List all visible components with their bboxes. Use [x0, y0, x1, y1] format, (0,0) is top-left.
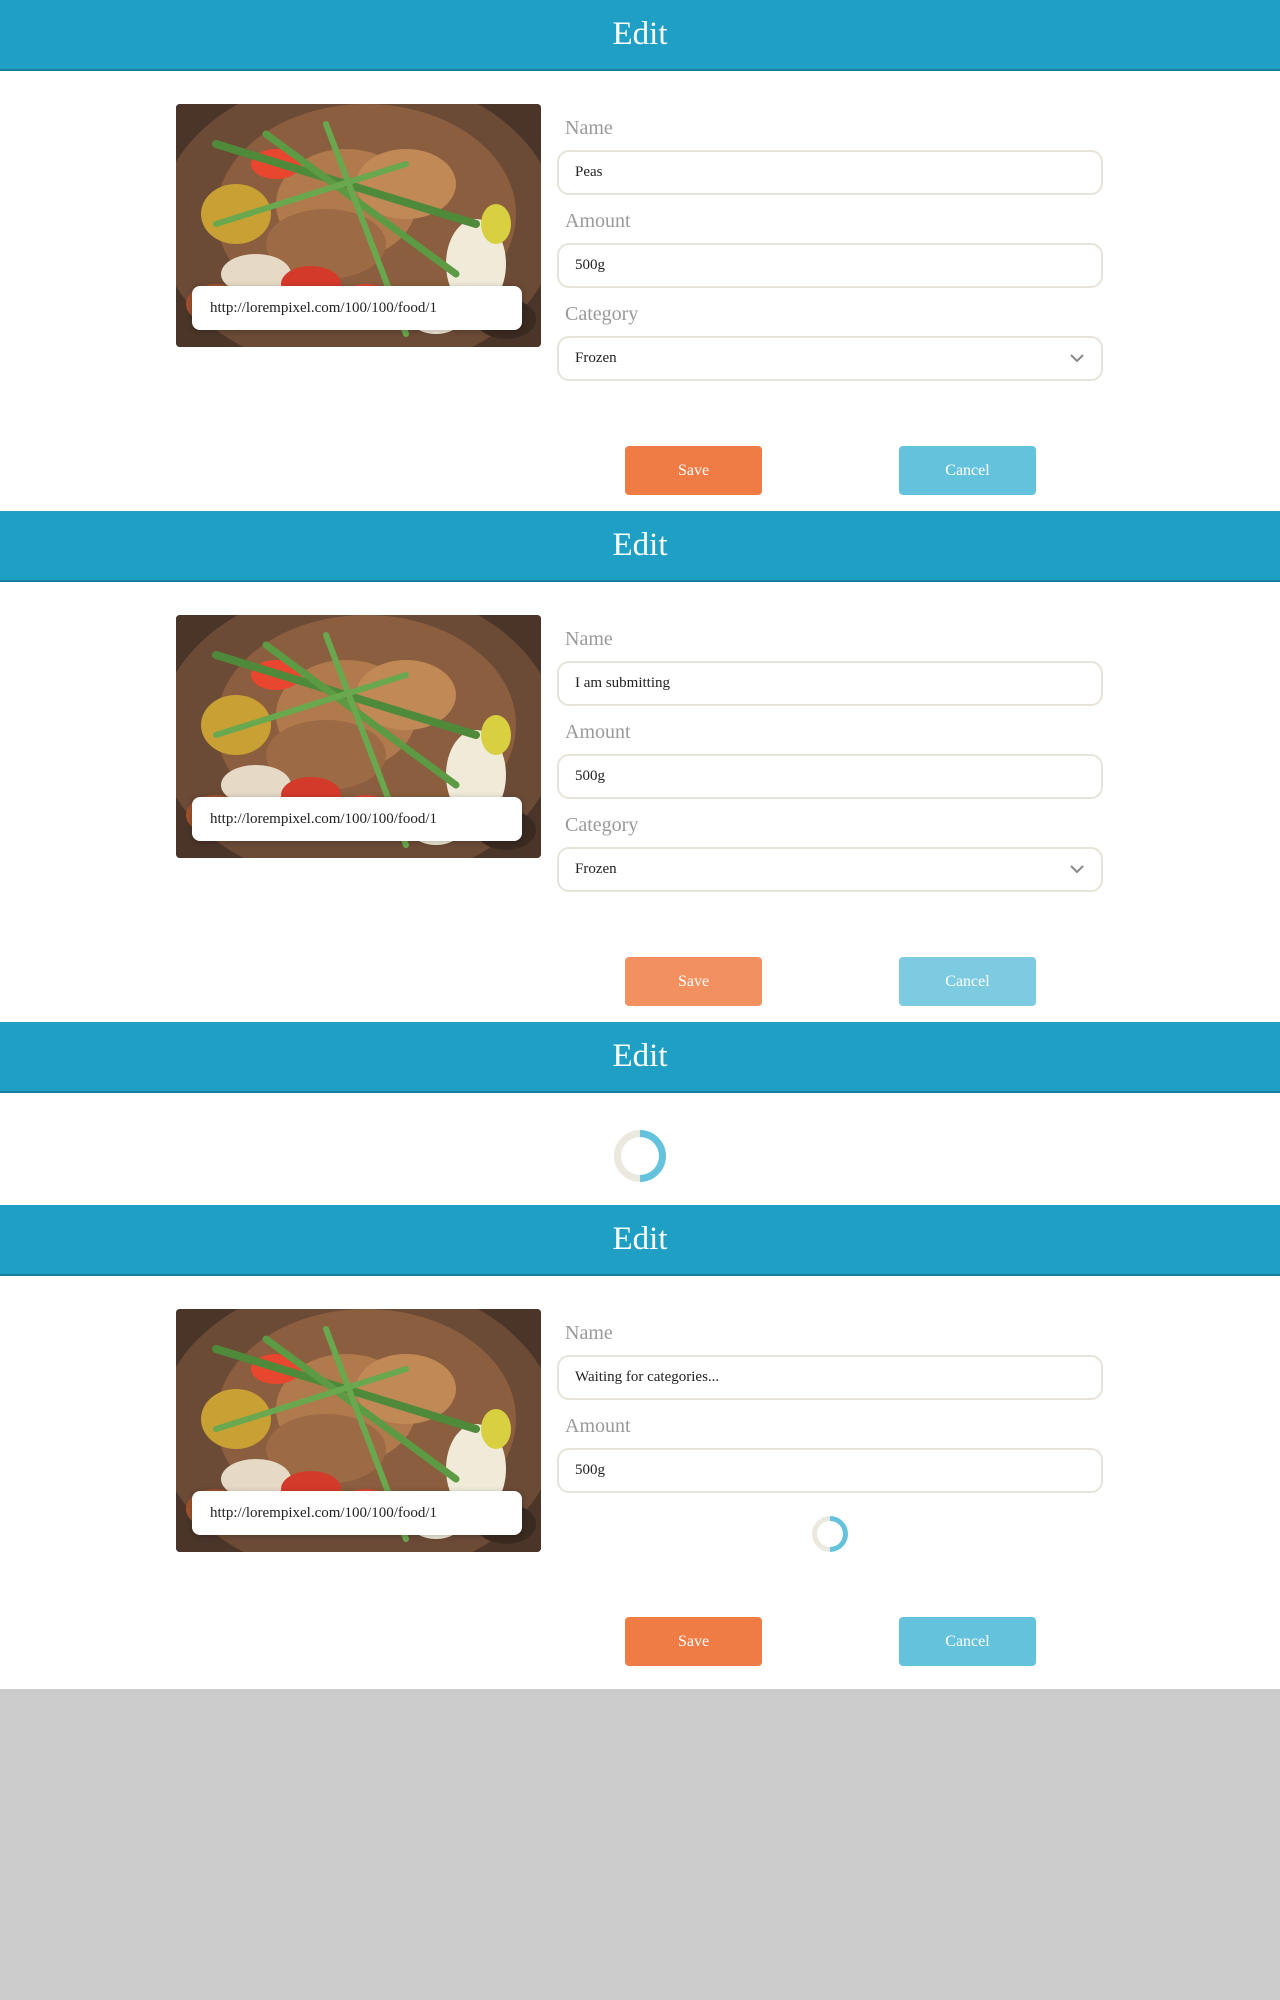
image-url-input[interactable]: http://lorempixel.com/100/100/food/1	[192, 286, 522, 330]
category-select[interactable]: Frozen	[557, 336, 1103, 381]
save-button[interactable]: Save	[625, 1617, 762, 1666]
edit-panel-1: Edit http://lorempixel.com/100/100/food/…	[0, 0, 1280, 511]
loading-spinner-icon	[603, 1119, 677, 1193]
amount-input[interactable]: 500g	[557, 243, 1103, 288]
amount-input[interactable]: 500g	[557, 754, 1103, 799]
page-title: Edit	[0, 511, 1280, 582]
cancel-button[interactable]: Cancel	[899, 446, 1036, 495]
amount-input[interactable]: 500g	[557, 1448, 1103, 1493]
cancel-button[interactable]: Cancel	[899, 957, 1036, 1006]
edit-form: http://lorempixel.com/100/100/food/1 Nam…	[0, 1276, 1280, 1689]
category-label: Category	[565, 814, 639, 836]
name-input[interactable]: Waiting for categories...	[557, 1355, 1103, 1400]
page-title: Edit	[0, 1022, 1280, 1093]
amount-label: Amount	[565, 1415, 631, 1437]
page-title: Edit	[0, 1205, 1280, 1276]
category-label: Category	[565, 303, 639, 325]
edit-panel-3: Edit	[0, 1022, 1280, 1205]
loading-area	[0, 1093, 1280, 1205]
name-label: Name	[565, 117, 613, 139]
save-button[interactable]: Save	[625, 446, 762, 495]
chevron-down-icon	[1070, 354, 1084, 363]
image-url-input[interactable]: http://lorempixel.com/100/100/food/1	[192, 1491, 522, 1535]
name-input[interactable]: I am submitting	[557, 661, 1103, 706]
amount-label: Amount	[565, 210, 631, 232]
name-input[interactable]: Peas	[557, 150, 1103, 195]
cancel-button[interactable]: Cancel	[899, 1617, 1036, 1666]
chevron-down-icon	[1070, 865, 1084, 874]
save-button[interactable]: Save	[625, 957, 762, 1006]
category-value: Frozen	[575, 861, 617, 877]
amount-label: Amount	[565, 721, 631, 743]
category-loading-spinner-icon	[804, 1508, 856, 1560]
category-value: Frozen	[575, 350, 617, 366]
page-title: Edit	[0, 0, 1280, 71]
image-url-input[interactable]: http://lorempixel.com/100/100/food/1	[192, 797, 522, 841]
name-label: Name	[565, 1322, 613, 1344]
edit-form: http://lorempixel.com/100/100/food/1 Nam…	[0, 582, 1280, 1022]
edit-form: http://lorempixel.com/100/100/food/1 Nam…	[0, 71, 1280, 511]
edit-panel-4: Edit http://lorempixel.com/100/100/food/…	[0, 1205, 1280, 1689]
category-select[interactable]: Frozen	[557, 847, 1103, 892]
name-label: Name	[565, 628, 613, 650]
edit-panel-2: Edit http://lorempixel.com/100/100/food/…	[0, 511, 1280, 1022]
